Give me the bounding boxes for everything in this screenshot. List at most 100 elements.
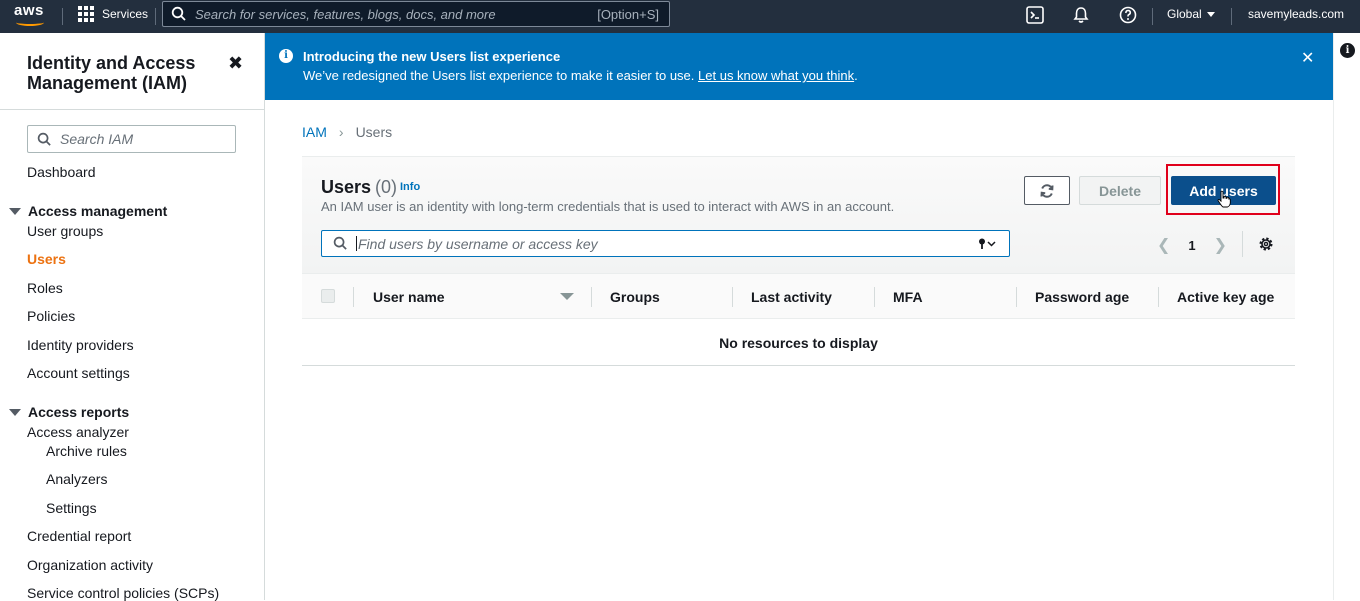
banner-body: We’ve redesigned the Users list experien… [303,68,858,83]
text-cursor [356,236,357,251]
new-experience-banner: i Introducing the new Users list experie… [265,33,1333,100]
sidebar-item-account-settings[interactable]: Account settings [27,365,130,381]
find-users-input[interactable]: Find users by username or access key [321,230,1010,257]
pagination: ❮ 1 ❯ [1157,235,1227,255]
column-password-age[interactable]: Password age [1035,289,1129,305]
help-icon[interactable] [1118,5,1138,25]
notifications-bell-icon[interactable] [1071,5,1091,25]
column-last-activity[interactable]: Last activity [751,289,832,305]
sort-descending-icon[interactable] [560,293,574,300]
close-sidebar-icon[interactable]: ✖ [228,53,243,74]
sidebar-item-organization-activity[interactable]: Organization activity [27,557,153,573]
info-panel-icon[interactable]: i [1340,43,1355,58]
search-iam-input[interactable]: Search IAM [27,125,236,153]
column-divider [353,287,354,307]
breadcrumb-chevron-icon: › [338,124,344,140]
delete-button[interactable]: Delete [1079,176,1161,205]
breadcrumb: IAM › Users [302,124,392,140]
users-description: An IAM user is an identity with long-ter… [321,199,895,214]
banner-title: Introducing the new Users list experienc… [303,49,561,64]
account-label: savemyleads.com [1248,7,1345,21]
nav-divider [1231,8,1232,25]
hand-cursor-icon [1217,190,1231,208]
previous-page-icon[interactable]: ❮ [1157,235,1170,255]
column-divider [1158,287,1159,307]
column-divider [1016,287,1017,307]
services-menu-button[interactable]: Services [78,6,148,22]
global-search-input[interactable]: Search for services, features, blogs, do… [162,1,670,27]
cloudshell-icon[interactable] [1025,5,1045,25]
find-users-placeholder: Find users by username or access key [358,235,598,252]
sidebar-item-archive-rules[interactable]: Archive rules [46,443,127,459]
sidebar: Identity and Access Management (IAM) ✖ S… [0,33,265,601]
column-active-key-age[interactable]: Active key age [1177,289,1274,305]
access-reports-section-toggle[interactable]: Access reports [9,404,129,420]
services-label: Services [102,7,149,21]
refresh-button[interactable] [1024,176,1070,205]
search-shortcut-hint: [Option+S] [597,6,659,22]
sidebar-item-user-groups[interactable]: User groups [27,223,103,239]
global-search-placeholder: Search for services, features, blogs, do… [195,6,496,22]
caret-down-icon [9,207,21,215]
chevron-down-icon [1206,12,1215,17]
current-page[interactable]: 1 [1188,238,1195,253]
sidebar-item-analyzers[interactable]: Analyzers [46,471,107,487]
nav-divider [1152,8,1153,25]
search-icon [37,132,51,146]
table-column-headers: User name Groups Last activity MFA Passw… [302,273,1295,319]
column-groups[interactable]: Groups [610,289,660,305]
column-divider [732,287,733,307]
sidebar-item-roles[interactable]: Roles [27,280,63,296]
pager-divider [1242,231,1243,257]
aws-logo-text: aws [14,2,44,19]
sidebar-title: Identity and Access Management (IAM) [27,53,196,93]
sidebar-divider [0,109,264,110]
column-divider [591,287,592,307]
key-filter-icon[interactable] [977,237,1001,251]
search-icon [333,236,347,250]
banner-text: We’ve redesigned the Users list experien… [303,68,695,83]
sidebar-item-identity-providers[interactable]: Identity providers [27,337,134,353]
search-iam-placeholder: Search IAM [60,131,134,147]
sidebar-item-policies[interactable]: Policies [27,308,75,324]
tools-panel-rail: i [1333,33,1360,600]
refresh-icon [1040,183,1054,198]
users-count: (0) [375,177,398,197]
column-user-name[interactable]: User name [373,289,445,305]
top-navigation: aws Services Search for services, featur… [0,0,1360,33]
info-icon: i [279,49,293,63]
gear-icon[interactable] [1258,236,1274,252]
empty-table-message: No resources to display [302,319,1295,366]
region-selector[interactable]: Global [1167,7,1215,21]
search-icon [171,6,186,21]
users-table-header: Users (0) Info An IAM user is an identity… [302,157,1295,273]
breadcrumb-iam-link[interactable]: IAM [302,124,327,140]
users-table-panel: Users (0) Info An IAM user is an identity… [302,156,1295,366]
account-menu[interactable]: savemyleads.com [1248,7,1344,21]
dismiss-banner-icon[interactable]: ✕ [1301,48,1314,68]
sidebar-item-access-analyzer[interactable]: Access analyzer [27,424,129,440]
region-label: Global [1167,7,1202,21]
sidebar-item-users[interactable]: Users [27,251,66,267]
breadcrumb-current: Users [355,124,393,140]
next-page-icon[interactable]: ❯ [1214,235,1227,255]
services-grid-icon [78,6,94,22]
aws-logo[interactable]: aws [14,3,48,29]
banner-link-suffix: . [854,68,858,83]
nav-divider [62,8,63,25]
info-link[interactable]: Info [400,181,420,193]
access-management-section-toggle[interactable]: Access management [9,203,167,219]
access-management-header: Access management [28,203,168,219]
access-reports-header: Access reports [28,404,130,420]
column-mfa[interactable]: MFA [893,289,923,305]
sidebar-item-dashboard[interactable]: Dashboard [27,164,96,180]
feedback-link[interactable]: Let us know what you think [698,68,854,83]
sidebar-item-credential-report[interactable]: Credential report [27,528,131,544]
column-divider [874,287,875,307]
caret-down-icon [9,408,21,416]
sidebar-item-analyzer-settings[interactable]: Settings [46,500,97,516]
sidebar-item-scps[interactable]: Service control policies (SCPs) [27,585,219,601]
users-title: Users [321,177,372,197]
select-all-checkbox[interactable] [321,289,335,303]
users-heading: Users (0) [321,177,397,198]
